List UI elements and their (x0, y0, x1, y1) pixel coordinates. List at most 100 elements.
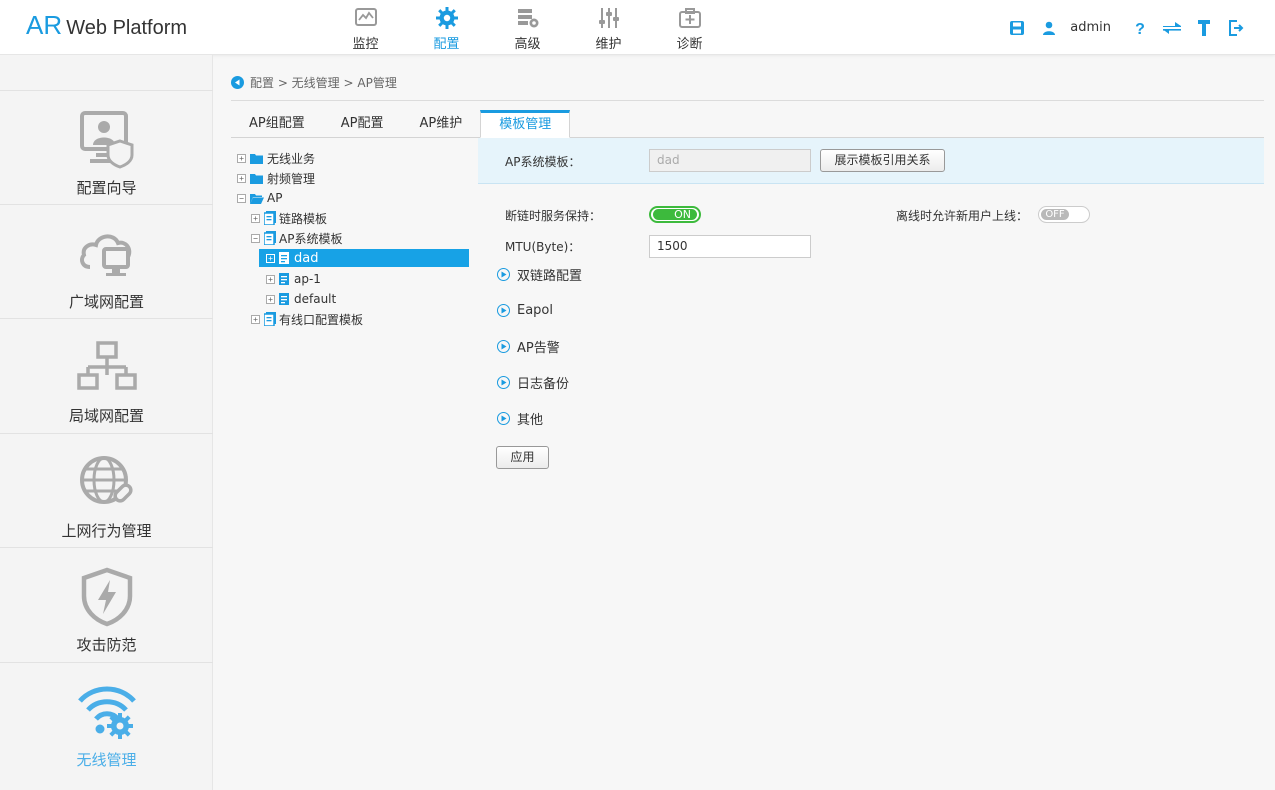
template-icon (264, 231, 276, 245)
help-icon[interactable]: ? (1131, 19, 1149, 37)
tree-node-wireless-service[interactable]: + 无线业务 (237, 149, 315, 167)
document-icon (279, 252, 289, 264)
keep-service-toggle[interactable]: ON (649, 206, 701, 223)
sidebar-item-lan[interactable]: 局域网配置 (0, 318, 213, 432)
section-other[interactable]: 其他 (497, 409, 544, 428)
section-log-backup[interactable]: 日志备份 (497, 373, 570, 392)
internet-behavior-icon (79, 456, 133, 504)
topnav-diagnosis-label: 诊断 (676, 37, 703, 52)
sidebar-item-label: 上网行为管理 (61, 522, 152, 540)
template-name-field: dad (649, 149, 811, 172)
top-nav: 监控 配置 高级 维护 诊断 (325, 0, 730, 55)
wireless-icon (77, 686, 136, 739)
tree-node-default[interactable]: + default (266, 290, 336, 308)
section-ap-alarm[interactable]: AP告警 (497, 337, 560, 356)
section-eapol[interactable]: Eapol (497, 301, 553, 319)
tab-bar: AP组配置 AP配置 AP维护 模板管理 (231, 110, 1264, 138)
tree-node-ap-system-template[interactable]: − AP系统模板 (251, 229, 342, 247)
sidebar: 配置向导 广域网配置 局域网配置 上网行为管理 攻击防范 无线管理 (0, 55, 213, 790)
section-label: AP告警 (517, 340, 560, 356)
sidebar-item-wan[interactable]: 广域网配置 (0, 204, 213, 318)
sidebar-item-wizard[interactable]: 配置向导 (0, 90, 213, 204)
svg-text:?: ? (1135, 21, 1145, 36)
tree-node-label: 有线口配置模板 (279, 312, 364, 327)
wan-icon (79, 234, 131, 276)
expand-icon[interactable]: + (266, 253, 275, 263)
offline-new-user-toggle[interactable]: OFF (1038, 206, 1090, 223)
expand-arrow-icon (497, 411, 510, 425)
tree-node-label: 无线业务 (267, 151, 316, 166)
tree-node-radio-management[interactable]: + 射频管理 (237, 169, 315, 187)
collapse-icon[interactable]: − (251, 233, 260, 243)
sidebar-item-label: 局域网配置 (68, 407, 144, 425)
diagnosis-icon (678, 8, 701, 28)
tree-node-link-template[interactable]: + 链路模板 (251, 209, 327, 227)
tree-node-label: ap-1 (294, 272, 321, 286)
logout-icon[interactable] (1227, 19, 1245, 37)
tree-node-ap[interactable]: − AP (237, 189, 282, 207)
topnav-config-label: 配置 (433, 37, 460, 52)
section-label: Eapol (517, 302, 553, 318)
show-reference-button[interactable]: 展示模板引用关系 (820, 149, 945, 172)
sidebar-item-label: 攻击防范 (76, 636, 137, 654)
switch-icon[interactable] (1163, 19, 1181, 37)
topnav-config[interactable]: 配置 (406, 0, 487, 55)
template-label: AP系统模板： (505, 155, 581, 169)
user-icon (1040, 19, 1058, 37)
topnav-monitor-label: 监控 (352, 37, 379, 52)
topnav-maintenance[interactable]: 维护 (568, 0, 649, 55)
divider (231, 100, 1264, 101)
save-icon[interactable] (1008, 19, 1026, 37)
collapse-icon[interactable]: − (237, 193, 246, 203)
tree-node-label: AP (267, 191, 283, 205)
section-label: 其他 (517, 412, 544, 428)
expand-icon[interactable]: + (251, 213, 260, 223)
tab-template-management[interactable]: 模板管理 (480, 110, 571, 138)
expand-icon[interactable]: + (251, 314, 260, 324)
tree-node-label: 射频管理 (267, 171, 316, 186)
topnav-advanced-label: 高级 (514, 37, 541, 52)
mtu-input[interactable]: 1500 (649, 235, 811, 258)
section-label: 双链路配置 (517, 268, 583, 284)
sidebar-item-wireless[interactable]: 无线管理 (0, 662, 213, 776)
sidebar-item-label: 无线管理 (76, 751, 137, 769)
tab-ap-config[interactable]: AP配置 (323, 110, 402, 138)
expand-icon[interactable]: + (266, 294, 275, 304)
maintenance-icon (598, 8, 619, 28)
folder-icon (250, 153, 264, 164)
logo: AR Web Platform (26, 10, 187, 41)
sidebar-item-internet-behavior[interactable]: 上网行为管理 (0, 433, 213, 547)
shield-icon (81, 567, 132, 627)
back-icon[interactable] (231, 76, 244, 89)
topnav-diagnosis[interactable]: 诊断 (649, 0, 730, 55)
gear-icon (435, 7, 458, 29)
monitor-icon (354, 8, 377, 26)
advanced-icon (517, 9, 538, 28)
document-icon (279, 273, 289, 285)
expand-icon[interactable]: + (237, 173, 246, 183)
sidebar-item-attack-defense[interactable]: 攻击防范 (0, 547, 213, 661)
tab-ap-group-config[interactable]: AP组配置 (231, 110, 323, 138)
tree-node-label: dad (294, 250, 319, 266)
topnav-monitor[interactable]: 监控 (325, 0, 406, 55)
tree-node-label: default (294, 292, 337, 306)
tree-node-wired-port-template[interactable]: + 有线口配置模板 (251, 310, 363, 328)
sidebar-item-label: 配置向导 (76, 179, 137, 197)
toggle-on-label: ON (653, 209, 697, 220)
tree-node-ap-1[interactable]: + ap-1 (266, 270, 321, 288)
expand-icon[interactable]: + (266, 274, 275, 284)
topnav-advanced[interactable]: 高级 (487, 0, 568, 55)
lan-icon (76, 341, 137, 390)
tool-icon[interactable] (1195, 19, 1213, 37)
section-dual-link[interactable]: 双链路配置 (497, 265, 583, 284)
expand-arrow-icon (497, 267, 510, 281)
logo-platform: Web Platform (66, 17, 188, 39)
apply-button[interactable]: 应用 (496, 446, 549, 469)
keep-service-label: 断链时服务保持： (505, 209, 602, 223)
tab-ap-maintenance[interactable]: AP维护 (401, 110, 480, 138)
wizard-icon (79, 111, 133, 169)
tree-node-dad[interactable]: + dad (259, 249, 469, 267)
expand-icon[interactable]: + (237, 153, 246, 163)
header: AR Web Platform 监控 配置 高级 维护 诊断 admin ? (0, 0, 1275, 55)
section-label: 日志备份 (517, 376, 570, 392)
